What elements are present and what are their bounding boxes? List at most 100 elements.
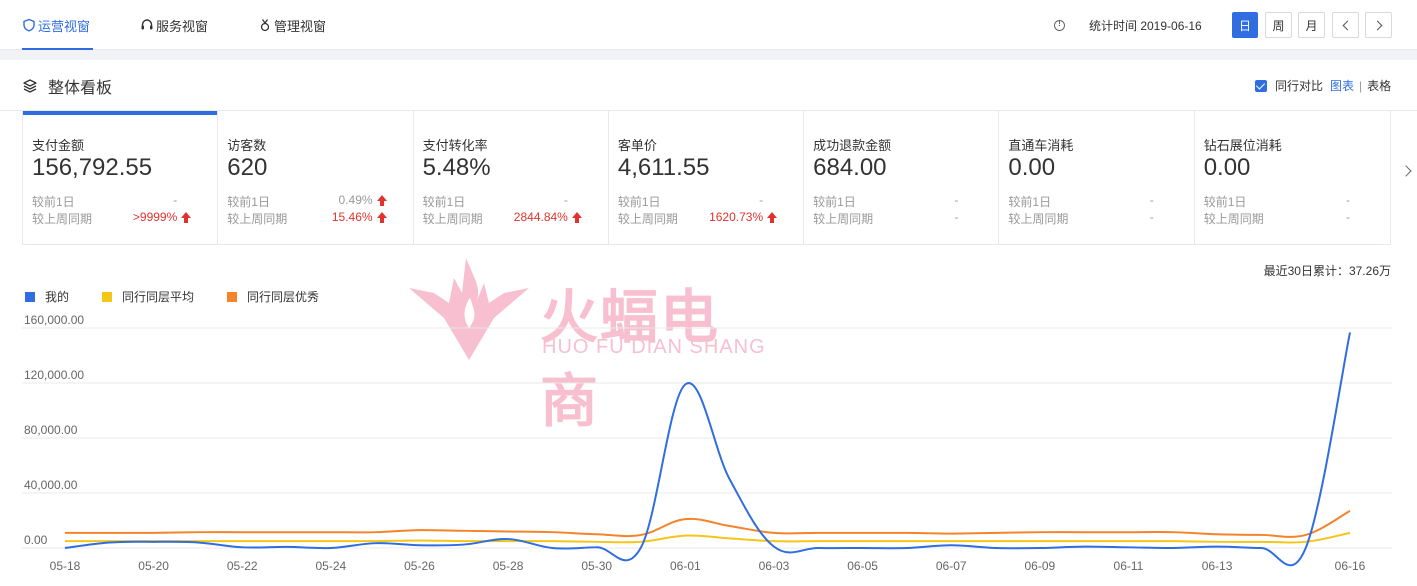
series-line-1[interactable]: [65, 531, 1351, 544]
period-week-button[interactable]: 周: [1265, 12, 1292, 38]
compare-prev-day-value: -: [1150, 193, 1154, 210]
next-date-button[interactable]: [1365, 12, 1392, 38]
compare-prev-day-text: -: [563, 193, 568, 207]
compare-prev-week-label: 较上周同期: [1008, 212, 1069, 226]
compare-prev-week-value: -: [954, 210, 958, 227]
stat-time: 统计时间 2019-06-16: [1054, 17, 1202, 34]
metric-card[interactable]: 客单价 4,611.55 较前1日 - 较上周同期 1620.73%: [609, 111, 805, 245]
compare-prev-day-text: 0.49%: [338, 193, 373, 207]
compare-prev-week-value: >9999%: [133, 210, 192, 227]
metric-value: 684.00: [813, 154, 887, 181]
y-tick-label: 160,000.00: [24, 313, 84, 327]
compare-prev-day-value: -: [954, 193, 958, 210]
compare-prev-day: 较前1日 -: [32, 193, 177, 210]
chart-summary: 最近30日累计：37.26万: [1263, 264, 1391, 278]
x-tick-label: 06-07: [936, 559, 967, 573]
compare-prev-week-text: -: [954, 210, 959, 224]
compare-prev-day: 较前1日 -: [423, 193, 568, 210]
metric-label: 成功退款金额: [813, 138, 892, 153]
view-separator: |: [1359, 78, 1363, 93]
compare-prev-day-text: -: [954, 193, 959, 207]
compare-prev-day-text: -: [1345, 193, 1350, 207]
compare-controls: 同行对比 图表 | 表格: [1255, 77, 1391, 94]
compare-prev-week: 较上周同期 2844.84%: [422, 210, 582, 227]
view-chart-link[interactable]: 图表: [1330, 77, 1354, 94]
compare-prev-week-text: 15.46%: [331, 210, 373, 224]
metric-label: 支付转化率: [422, 138, 488, 153]
compare-prev-week-label: 较上周同期: [32, 212, 93, 226]
cards-next-icon[interactable]: [1400, 164, 1412, 178]
compare-prev-week-label: 较上周同期: [422, 212, 483, 226]
period-day-button[interactable]: 日: [1232, 12, 1258, 38]
compare-prev-week-text: 1620.73%: [709, 210, 764, 224]
compare-prev-week-text: 2844.84%: [513, 210, 568, 224]
view-table-link[interactable]: 表格: [1367, 77, 1391, 94]
line-chart: 0.00 40,000.00 80,000.00 120,000.00 160,000.…: [22, 313, 1392, 573]
chevron-right-icon: [1372, 20, 1382, 30]
metric-card[interactable]: 支付转化率 5.48% 较前1日 - 较上周同期 2844.84%: [414, 111, 609, 245]
compare-prev-week-value: 15.46%: [331, 210, 387, 227]
compare-prev-day: 较前1日 -: [1204, 193, 1350, 210]
compare-prev-week: 较上周同期 -: [813, 210, 958, 227]
compare-prev-day-value: -: [564, 193, 568, 210]
metric-card[interactable]: 直通车消耗 0.00 较前1日 - 较上周同期 -: [999, 111, 1195, 245]
compare-prev-week-label: 较上周同期: [227, 212, 288, 226]
compare-prev-day-value: -: [1346, 193, 1350, 210]
compare-prev-day-text: -: [759, 193, 764, 207]
panel-title-text: 整体看板: [48, 80, 113, 97]
compare-prev-day-text: -: [173, 193, 178, 207]
metric-card[interactable]: 成功退款金额 684.00 较前1日 - 较上周同期 -: [804, 111, 1000, 245]
metric-label: 访客数: [227, 138, 267, 153]
compare-prev-day-label: 较前1日: [1008, 195, 1052, 209]
medal-icon: [258, 18, 272, 32]
info-icon[interactable]: [1054, 19, 1065, 31]
x-tick-label: 06-03: [759, 559, 790, 573]
compare-prev-week-label: 较上周同期: [813, 212, 874, 226]
metric-value: 156,792.55: [32, 154, 153, 181]
y-tick-label: 120,000.00: [24, 368, 84, 382]
compare-prev-day-label: 较前1日: [422, 195, 466, 209]
compare-prev-day-label: 较前1日: [32, 195, 75, 209]
compare-prev-week: 较上周同期 >9999%: [32, 210, 192, 227]
tab-operations[interactable]: 运营视窗: [22, 0, 93, 50]
compare-prev-day-text: -: [1149, 193, 1154, 207]
series-line-0[interactable]: [64, 332, 1351, 567]
x-tick-label: 05-20: [138, 559, 169, 573]
tab-service[interactable]: 服务视窗: [140, 0, 208, 50]
compare-prev-day: 较前1日 -: [1008, 193, 1153, 210]
top-nav: 运营视窗 服务视窗 管理视窗 统计时间 2019-06-16 日 周 月: [0, 0, 1417, 50]
compare-prev-day-value: 0.49%: [338, 193, 387, 210]
metric-card[interactable]: 钻石展位消耗 0.00 较前1日 - 较上周同期 -: [1195, 111, 1390, 245]
x-tick-label: 05-18: [50, 559, 81, 573]
layers-icon: [22, 78, 38, 94]
compare-prev-day-label: 较前1日: [227, 195, 270, 209]
compare-label: 同行对比: [1275, 79, 1324, 93]
prev-date-button[interactable]: [1332, 12, 1359, 38]
series-line-2[interactable]: [64, 509, 1351, 538]
compare-prev-week-text: -: [1345, 210, 1350, 224]
compare-prev-day-label: 较前1日: [1203, 195, 1247, 209]
compare-prev-week-value: -: [1346, 210, 1350, 227]
metric-value: 620: [227, 154, 268, 181]
compare-prev-week-value: 1620.73%: [709, 210, 778, 227]
compare-prev-day-label: 较前1日: [813, 195, 856, 209]
compare-checkbox[interactable]: [1255, 79, 1267, 92]
x-tick-label: 06-09: [1024, 559, 1055, 573]
metric-value: 4,611.55: [617, 154, 710, 181]
headset-icon: [140, 18, 154, 32]
section-gap: [0, 50, 1417, 60]
compare-prev-week-value: 2844.84%: [513, 210, 582, 227]
compare-prev-week: 较上周同期 -: [1204, 210, 1350, 227]
compare-prev-week: 较上周同期 15.46%: [227, 210, 387, 227]
compare-prev-week: 较上周同期 -: [1008, 210, 1153, 227]
x-tick-label: 06-01: [670, 559, 701, 573]
compare-prev-week: 较上周同期 1620.73%: [618, 210, 778, 227]
tab-management[interactable]: 管理视窗: [258, 0, 326, 50]
compare-prev-day: 较前1日 -: [618, 193, 763, 210]
metric-card[interactable]: 访客数 620 较前1日 0.49% 较上周同期 15.46%: [218, 111, 414, 245]
arrow-up-icon: [571, 212, 582, 224]
metric-card[interactable]: 支付金额 156,792.55 较前1日 - 较上周同期 >9999%: [23, 111, 219, 245]
y-tick-label: 80,000.00: [24, 423, 78, 437]
x-tick-label: 05-28: [493, 559, 524, 573]
period-month-button[interactable]: 月: [1298, 12, 1325, 38]
